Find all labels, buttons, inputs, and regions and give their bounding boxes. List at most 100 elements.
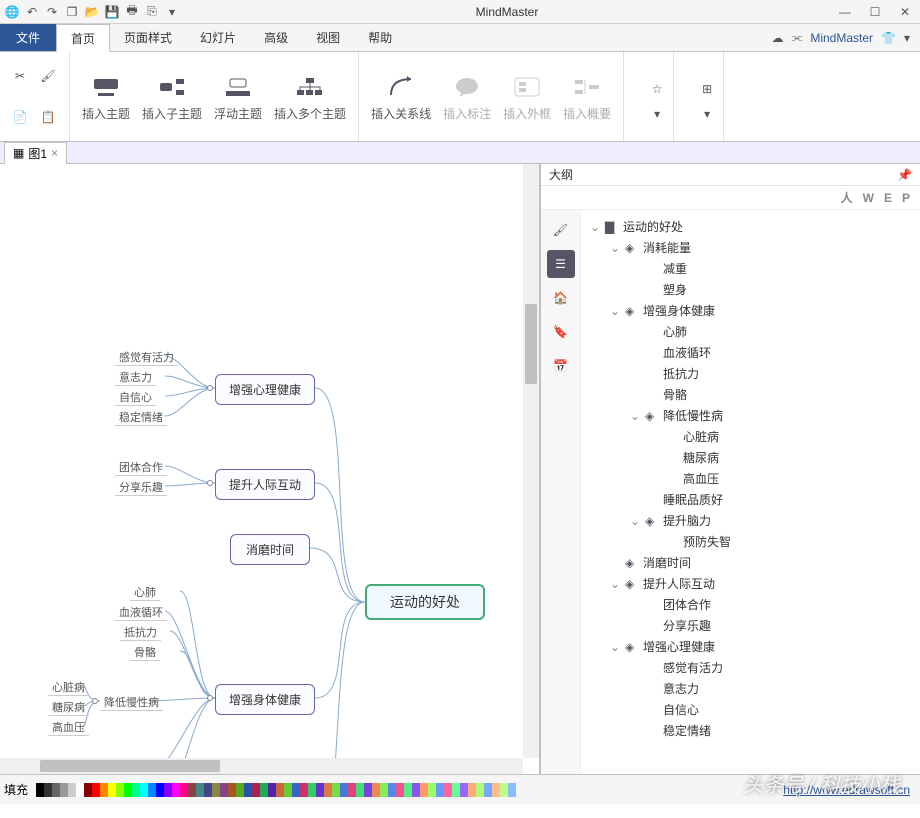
palette-swatch[interactable] (308, 783, 316, 797)
qat-more-icon[interactable]: ▾ (164, 4, 180, 20)
collapse-handle[interactable] (207, 695, 213, 701)
outline-item[interactable]: 稳定情绪 (585, 720, 916, 741)
outline-item[interactable]: ⌄◈提升人际互动 (585, 573, 916, 594)
branch-topic[interactable]: 提升人际互动 (215, 469, 315, 500)
format-painter-button[interactable]: 🖌 (36, 64, 60, 88)
palette-swatch[interactable] (332, 783, 340, 797)
insert-topic-button[interactable]: 插入主题 (78, 69, 134, 124)
outline-item[interactable]: 心肺 (585, 321, 916, 342)
outline-item[interactable]: 塑身 (585, 279, 916, 300)
copy-button[interactable]: 📄 (8, 105, 32, 129)
outline-item[interactable]: ⌄◈提升脑力 (585, 510, 916, 531)
palette-swatch[interactable] (180, 783, 188, 797)
tab-view[interactable]: 视图 (302, 24, 354, 51)
color-palette[interactable] (36, 783, 516, 797)
palette-swatch[interactable] (276, 783, 284, 797)
palette-swatch[interactable] (348, 783, 356, 797)
palette-swatch[interactable] (100, 783, 108, 797)
collapse-handle[interactable] (207, 385, 213, 391)
palette-swatch[interactable] (500, 783, 508, 797)
document-tab-close[interactable]: × (51, 146, 58, 160)
outline-item[interactable]: 减重 (585, 258, 916, 279)
twisty-icon[interactable]: ⌄ (609, 640, 621, 654)
outline-item[interactable]: 血液循环 (585, 342, 916, 363)
leaf-topic[interactable]: 心肺 (130, 584, 160, 601)
palette-swatch[interactable] (292, 783, 300, 797)
branch-topic[interactable]: 增强身体健康 (215, 684, 315, 715)
palette-swatch[interactable] (84, 783, 92, 797)
sidetab-outline[interactable]: ☰ (547, 250, 575, 278)
sidetab-clipart[interactable]: 📅 (547, 352, 575, 380)
palette-swatch[interactable] (172, 783, 180, 797)
palette-swatch[interactable] (452, 783, 460, 797)
palette-swatch[interactable] (252, 783, 260, 797)
sidetab-brush[interactable]: 🖌 (547, 216, 575, 244)
outline-item[interactable]: 预防失智 (585, 531, 916, 552)
palette-swatch[interactable] (116, 783, 124, 797)
maximize-button[interactable]: ☐ (860, 0, 890, 24)
palette-swatch[interactable] (468, 783, 476, 797)
sidetab-icon[interactable]: 🔖 (547, 318, 575, 346)
cloud-icon[interactable]: ☁ (772, 31, 784, 45)
palette-swatch[interactable] (284, 783, 292, 797)
palette-swatch[interactable] (372, 783, 380, 797)
palette-swatch[interactable] (444, 783, 452, 797)
outline-item[interactable]: ⌄◈消耗能量 (585, 237, 916, 258)
outline-item[interactable]: 感觉有活力 (585, 657, 916, 678)
file-tab[interactable]: 文件 (0, 24, 56, 51)
outline-item[interactable]: 糖尿病 (585, 447, 916, 468)
palette-swatch[interactable] (316, 783, 324, 797)
outline-item[interactable]: 分享乐趣 (585, 615, 916, 636)
palette-swatch[interactable] (188, 783, 196, 797)
outline-item[interactable]: ⌄◈降低慢性病 (585, 405, 916, 426)
minimize-button[interactable]: — (830, 0, 860, 24)
tab-help[interactable]: 帮助 (354, 24, 406, 51)
central-topic[interactable]: 运动的好处 (365, 584, 485, 620)
palette-swatch[interactable] (356, 783, 364, 797)
print-icon[interactable]: 🖶 (124, 4, 140, 20)
palette-swatch[interactable] (236, 783, 244, 797)
leaf-topic[interactable]: 血液循环 (115, 604, 167, 621)
tab-slideshow[interactable]: 幻灯片 (186, 24, 250, 51)
save-icon[interactable]: 💾 (104, 4, 120, 20)
palette-swatch[interactable] (244, 783, 252, 797)
horizontal-scrollbar[interactable] (0, 758, 523, 774)
outline-item[interactable]: 心脏病 (585, 426, 916, 447)
leaf-topic[interactable]: 团体合作 (115, 459, 167, 476)
palette-swatch[interactable] (44, 783, 52, 797)
palette-swatch[interactable] (228, 783, 236, 797)
mindmap-canvas[interactable]: 运动的好处增强心理健康感觉有活力意志力自信心稳定情绪提升人际互动团体合作分享乐趣… (0, 164, 539, 774)
tab-home[interactable]: 首页 (56, 24, 110, 52)
leaf-topic[interactable]: 感觉有活力 (115, 349, 178, 366)
brand-link[interactable]: MindMaster (810, 31, 873, 45)
document-tab[interactable]: ▦ 图1 × (4, 142, 67, 164)
palette-swatch[interactable] (108, 783, 116, 797)
leaf-topic[interactable]: 高血压 (48, 719, 89, 736)
palette-swatch[interactable] (476, 783, 484, 797)
branch-topic[interactable]: 增强心理健康 (215, 374, 315, 405)
palette-swatch[interactable] (380, 783, 388, 797)
outline-item[interactable]: 自信心 (585, 699, 916, 720)
paste-button[interactable]: 📋 (36, 105, 60, 129)
palette-swatch[interactable] (300, 783, 308, 797)
palette-swatch[interactable] (364, 783, 372, 797)
palette-swatch[interactable] (460, 783, 468, 797)
leaf-topic[interactable]: 骨骼 (130, 644, 160, 661)
palette-swatch[interactable] (260, 783, 268, 797)
redo-icon[interactable]: ↷ (44, 4, 60, 20)
palette-swatch[interactable] (428, 783, 436, 797)
twisty-icon[interactable]: ⌄ (629, 514, 641, 528)
outline-item[interactable]: 骨骼 (585, 384, 916, 405)
palette-swatch[interactable] (268, 783, 276, 797)
insert-multi-topic-button[interactable]: 插入多个主题 (270, 69, 350, 124)
insert-boundary-button[interactable]: 插入外框 (499, 69, 555, 124)
mode-tab-e[interactable]: E (884, 191, 892, 205)
tab-advanced[interactable]: 高级 (250, 24, 302, 51)
palette-swatch[interactable] (36, 783, 44, 797)
tab-page-style[interactable]: 页面样式 (110, 24, 186, 51)
mode-tab-w[interactable]: W (863, 191, 874, 205)
palette-swatch[interactable] (196, 783, 204, 797)
palette-swatch[interactable] (508, 783, 516, 797)
insert-relation-button[interactable]: 插入关系线 (367, 69, 435, 124)
palette-swatch[interactable] (60, 783, 68, 797)
